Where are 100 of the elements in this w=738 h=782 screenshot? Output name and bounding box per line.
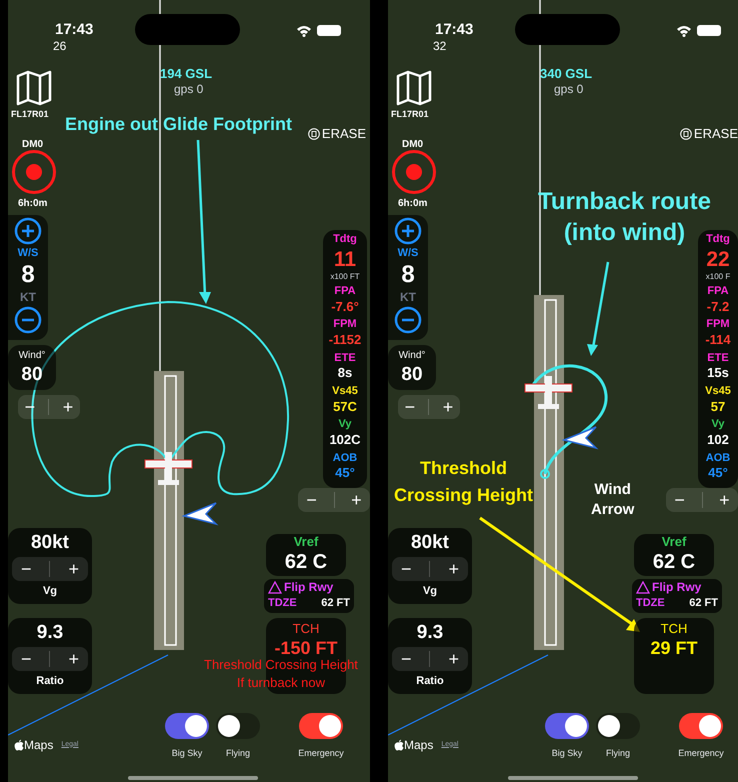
wind-speed-value: 8 xyxy=(21,262,35,288)
tdze-label: TDZE xyxy=(268,596,297,612)
record-button[interactable] xyxy=(12,150,56,194)
panel-value: 80kt xyxy=(30,531,70,555)
toggle-label: Flying xyxy=(606,747,630,760)
stepper-control[interactable]: − + xyxy=(392,556,468,581)
stepper-control[interactable]: − + xyxy=(392,646,468,671)
wind-arrow-icon xyxy=(562,426,598,450)
stat-value: -114 xyxy=(705,332,731,348)
tdze-value: 62 FT xyxy=(689,596,718,612)
stat-value: 45° xyxy=(335,465,355,481)
wifi-icon xyxy=(676,25,692,37)
stepper-control[interactable]: − + xyxy=(666,488,738,512)
minus-circle-icon xyxy=(14,306,42,334)
vref-value: 62 C xyxy=(652,550,696,576)
erase-button[interactable]: ERASE xyxy=(694,127,738,140)
stat-label: AOB xyxy=(706,452,730,466)
wind-direction-label: Wind° xyxy=(18,349,46,363)
panel-value: 9.3 xyxy=(416,621,444,645)
map-code-label: FL17R01 xyxy=(391,108,429,121)
tch-label: TCH xyxy=(660,621,688,638)
airplane-icon xyxy=(524,376,572,409)
maps-attribution: Maps xyxy=(24,737,54,754)
battery-icon xyxy=(697,25,721,36)
toggle-label: Emergency xyxy=(678,747,724,760)
battery-icon xyxy=(317,25,341,36)
erase-button[interactable]: ERASE xyxy=(322,127,366,140)
maps-attribution: Maps xyxy=(404,737,434,754)
altitude-readout: 194 GSL xyxy=(160,65,212,83)
apple-logo-icon xyxy=(14,739,24,751)
tdze-label: TDZE xyxy=(636,596,665,612)
wind-arrow-icon xyxy=(182,502,218,526)
vref-label: Vref xyxy=(294,534,318,550)
timer-text: 6h:0m xyxy=(398,197,428,211)
annotation-text: Wind Arrow xyxy=(591,480,634,520)
dm-label: DM0 xyxy=(22,138,44,152)
wind-speed-label: W/S xyxy=(398,246,418,261)
toggle-switch[interactable] xyxy=(216,713,260,739)
flip-runway-button[interactable]: Flip Rwy xyxy=(652,580,702,596)
stat-value: 8s xyxy=(338,365,352,381)
panel-value: 9.3 xyxy=(36,621,64,645)
gps-readout: gps 0 xyxy=(174,81,204,98)
toggle-switch[interactable] xyxy=(596,713,640,739)
panel-label: Ratio xyxy=(36,674,64,689)
panel-label: Vg xyxy=(42,584,58,599)
toggle-label: Emergency xyxy=(298,747,344,760)
wind-speed-label: W/S xyxy=(18,246,38,261)
stat-label: FPM xyxy=(333,318,357,332)
stat-label: Vy xyxy=(711,418,725,432)
map-code-label: FL17R01 xyxy=(11,108,49,121)
stat-value: 57C xyxy=(333,398,357,414)
panel-label: Ratio xyxy=(416,674,444,689)
panel-label: Vg xyxy=(422,584,438,599)
stat-value: 22 xyxy=(706,246,730,272)
toggle-label: Big Sky xyxy=(552,747,582,760)
stepper-control[interactable]: − + xyxy=(398,395,460,419)
tdze-value: 62 FT xyxy=(321,596,350,612)
plus-circle-icon xyxy=(14,217,42,245)
clock-time: 17:43 xyxy=(435,20,474,40)
stat-label: FPM xyxy=(706,318,730,332)
wind-speed-value: 8 xyxy=(401,262,415,288)
stat-value: 15s xyxy=(707,365,729,381)
wind-speed-unit: KT xyxy=(20,288,36,306)
stepper-control[interactable]: − + xyxy=(298,488,370,512)
stat-value: 45° xyxy=(708,465,728,481)
stat-label: Tdtg xyxy=(333,233,357,247)
clock-time: 17:43 xyxy=(55,20,94,40)
stat-label: ETE xyxy=(707,352,729,366)
stat-value: -7.6° xyxy=(331,298,359,314)
route-end-marker xyxy=(540,469,550,479)
toggle-label: Big Sky xyxy=(172,747,202,760)
stat-label: Vy xyxy=(338,418,352,432)
panel-value: 80kt xyxy=(410,531,450,555)
map-icon xyxy=(396,70,432,106)
wifi-icon xyxy=(296,25,312,37)
flip-runway-button[interactable]: Flip Rwy xyxy=(284,580,334,596)
dm-label: DM0 xyxy=(402,138,424,152)
stat-label: Vs45 xyxy=(705,384,731,399)
stepper-control[interactable]: − + xyxy=(12,556,88,581)
tch-value: 29 FT xyxy=(650,637,698,660)
vref-value: 62 C xyxy=(284,550,328,576)
status-subtext: 26 xyxy=(53,38,66,55)
stat-unit: x100 FT xyxy=(330,272,360,282)
stat-value: -1152 xyxy=(328,332,362,348)
stat-label: Vs45 xyxy=(332,384,358,399)
wind-direction-value: 80 xyxy=(21,363,43,387)
stat-value: 102 xyxy=(707,432,729,448)
wind-direction-label: Wind° xyxy=(398,349,426,363)
tch-label: TCH xyxy=(292,621,320,638)
record-button[interactable] xyxy=(392,150,436,194)
vref-label: Vref xyxy=(662,534,686,550)
stat-label: FPA xyxy=(707,284,729,299)
wind-direction-value: 80 xyxy=(401,363,423,387)
airplane-icon xyxy=(144,452,192,485)
stat-unit: x100 F xyxy=(706,272,730,282)
stat-label: AOB xyxy=(332,452,358,466)
stepper-control[interactable]: − + xyxy=(12,646,88,671)
plus-circle-icon xyxy=(394,217,422,245)
stat-value: 57 xyxy=(710,398,726,414)
toggle-label: Flying xyxy=(226,747,250,760)
